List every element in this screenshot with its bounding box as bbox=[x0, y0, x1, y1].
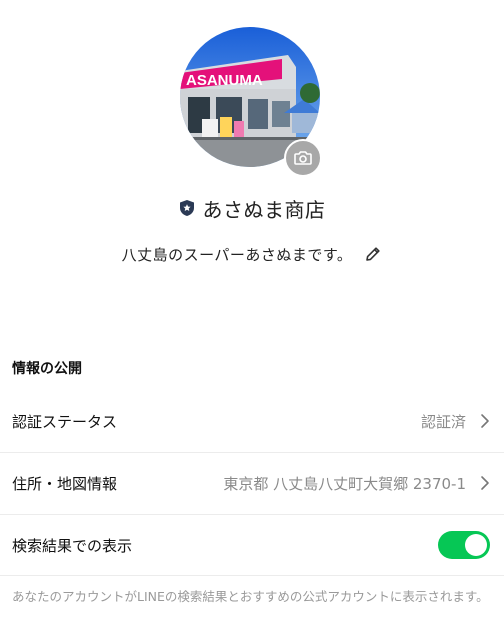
profile-avatar-container: ASANUMA bbox=[180, 27, 322, 177]
search-visibility-row: 検索結果での表示 bbox=[0, 515, 504, 575]
profile-settings-page: ASANUMA あさぬま商店 八丈島のスーパーあさぬまです。 情報の公開 認証ス… bbox=[0, 0, 504, 640]
section-title-info-disclosure: 情報の公開 bbox=[12, 361, 82, 377]
search-visibility-footnote: あなたのアカウントがLINEの検索結果とおすすめの公式アカウントに表示されます。 bbox=[12, 589, 489, 604]
camera-icon bbox=[294, 150, 312, 166]
row-divider bbox=[0, 575, 504, 576]
profile-name: あさぬま商店 bbox=[202, 197, 326, 222]
address-map-value: 東京都 八丈島八丈町大賀郷 2370-1 bbox=[223, 474, 466, 493]
chevron-right-icon bbox=[480, 413, 490, 429]
verified-shield-icon bbox=[179, 199, 195, 217]
search-visibility-toggle[interactable] bbox=[438, 531, 490, 559]
status-message-row[interactable]: 八丈島のスーパーあさぬまです。 bbox=[0, 240, 504, 268]
address-map-label: 住所・地図情報 bbox=[12, 474, 118, 493]
profile-name-row: あさぬま商店 bbox=[0, 192, 504, 224]
pencil-icon[interactable] bbox=[364, 245, 382, 263]
status-message: 八丈島のスーパーあさぬまです。 bbox=[121, 245, 353, 264]
verification-status-label: 認証ステータス bbox=[12, 412, 118, 431]
verification-status-row[interactable]: 認証ステータス 認証済 bbox=[0, 391, 504, 451]
chevron-right-icon bbox=[480, 475, 490, 491]
address-map-row[interactable]: 住所・地図情報 東京都 八丈島八丈町大賀郷 2370-1 bbox=[0, 453, 504, 513]
toggle-knob bbox=[465, 534, 487, 556]
storefront-sign-text: ASANUMA bbox=[186, 72, 263, 89]
search-visibility-label: 検索結果での表示 bbox=[12, 536, 133, 555]
verification-status-value: 認証済 bbox=[420, 412, 466, 431]
change-photo-button[interactable] bbox=[284, 139, 322, 177]
